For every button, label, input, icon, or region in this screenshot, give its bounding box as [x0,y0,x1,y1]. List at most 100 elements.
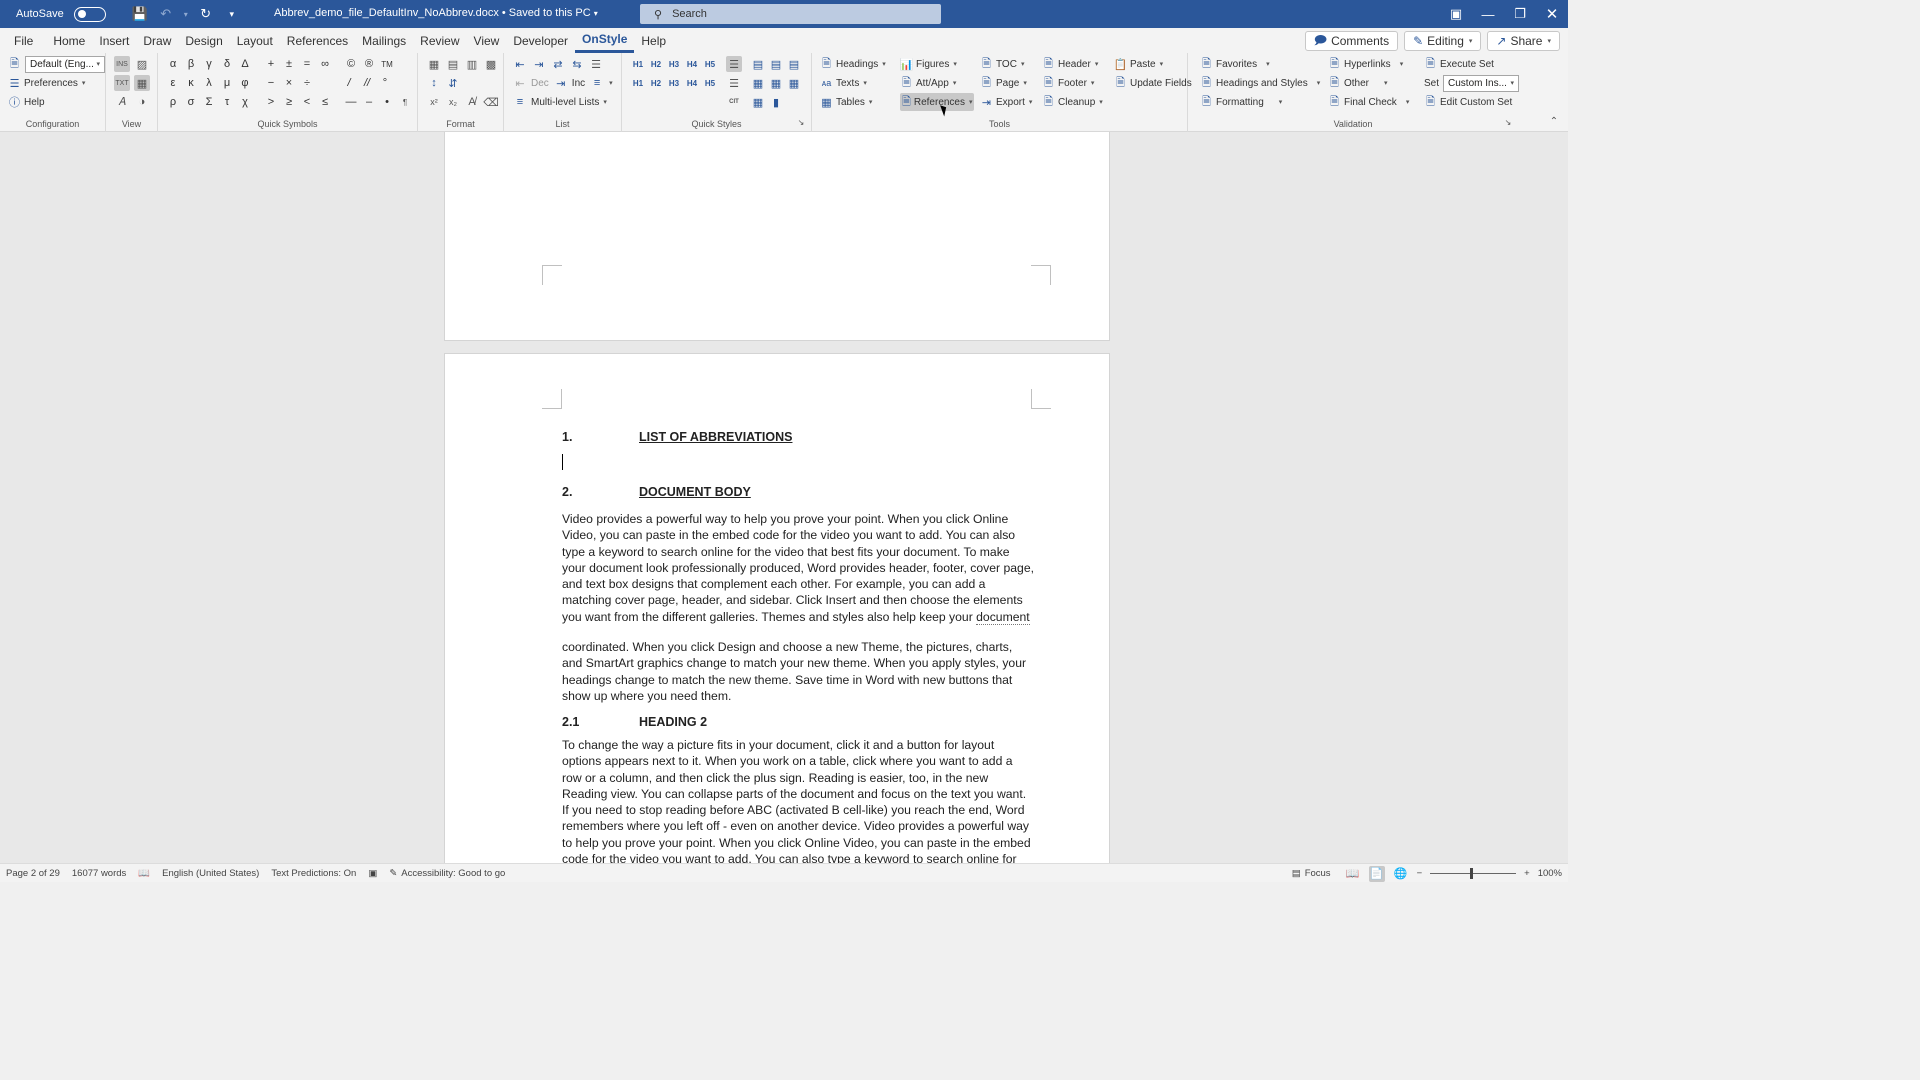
symbol-infinity[interactable]: ∞ [317,55,333,73]
tab-help[interactable]: Help [634,28,673,53]
help-button[interactable]: ⓘ Help [8,93,45,111]
subscript-icon[interactable]: x₂ [445,94,461,110]
heading-4-style-button[interactable]: H4 [684,56,700,72]
heading-1-numbered-button[interactable]: H1 [630,75,646,91]
list-style-2-icon[interactable]: ⇥ [531,56,547,72]
insert-column-icon[interactable]: ▥ [464,56,480,72]
default-language-select[interactable]: Default (Eng... ▾ [25,55,105,73]
execute-set-button[interactable]: 🗎 Execute Set [1424,55,1494,73]
language-status[interactable]: English (United States) [156,868,265,879]
focus-button[interactable]: ▤ Focus [1286,868,1337,879]
favorites-button[interactable]: 🗎 Favorites ▾ [1200,55,1324,73]
text-predictions-status[interactable]: Text Predictions: On [265,868,362,879]
symbol-chi[interactable]: χ [237,93,253,111]
symbol-epsilon[interactable]: ε [165,74,181,92]
restore-icon[interactable]: ❐ [1504,0,1536,28]
table-borders-icon[interactable]: ▩ [483,56,499,72]
superscript-icon[interactable]: x² [426,94,442,110]
symbol-bullet[interactable]: • [379,93,395,111]
symbol-trademark[interactable]: TM [379,55,395,73]
symbol-less[interactable]: < [299,93,315,111]
print-layout-icon[interactable]: 📄 [1368,865,1385,882]
chart-style-icon[interactable]: ▮ [768,94,784,110]
edit-custom-set-button[interactable]: 🗎 Edit Custom Set [1424,93,1512,111]
tab-draw[interactable]: Draw [136,28,178,53]
text-view-icon[interactable]: TXT [114,75,130,91]
heading-1-style-button[interactable]: H1 [630,56,646,72]
tab-mailings[interactable]: Mailings [355,28,413,53]
symbol-times[interactable]: × [281,74,297,92]
web-layout-icon[interactable]: 🌐 [1393,866,1409,882]
page-count[interactable]: Page 2 of 29 [0,868,66,879]
page-button[interactable]: 🗎 Page ▾ [980,74,1038,92]
symbol-delta-upper[interactable]: Δ [237,55,253,73]
table-style-5-icon[interactable]: ▦ [768,75,784,91]
tab-file[interactable]: File [7,28,40,53]
symbol-mu[interactable]: μ [219,74,235,92]
texts-button[interactable]: ᴀa Texts ▾ [820,74,896,92]
heading-document-body[interactable]: 2. DOCUMENT BODY [562,485,751,499]
toc-button[interactable]: 🗎 TOC ▾ [980,55,1038,73]
table-style-4-icon[interactable]: ▦ [750,75,766,91]
collapse-ribbon-icon[interactable]: ⌃ [1546,113,1562,129]
symbol-delta[interactable]: δ [219,55,235,73]
zoom-slider[interactable] [1430,868,1517,879]
references-button[interactable]: 🗎 References ▾ [900,93,974,111]
symbol-copyright[interactable]: © [343,55,359,73]
style-view-icon[interactable]: 𝐴 [114,94,130,110]
symbol-lambda[interactable]: λ [201,74,217,92]
share-button[interactable]: ↗ Share ▾ [1487,31,1560,51]
symbol-double-prime[interactable]: // [359,74,375,92]
undo-dropdown-icon[interactable]: ▾ [182,4,190,24]
list-style-4-icon[interactable]: ⇆ [569,56,585,72]
heading-4-numbered-button[interactable]: H4 [684,75,700,91]
symbol-plus[interactable]: + [263,55,279,73]
symbol-greater-equal[interactable]: ≥ [281,93,297,111]
comments-button[interactable]: 🗩 Comments [1304,31,1399,51]
page-1[interactable] [444,132,1110,341]
cleanup-button[interactable]: 🗎 Cleanup ▾ [1042,93,1103,111]
symbol-sigma[interactable]: σ [183,93,199,111]
page-2[interactable]: 1. LIST OF ABBREVIATIONS 2. DOCUMENT BOD… [444,353,1110,863]
close-icon[interactable]: ✕ [1536,0,1568,28]
heading-2-style-button[interactable]: H2 [648,56,664,72]
flagged-word[interactable]: document [976,609,1030,625]
table-style-7-icon[interactable]: ▦ [750,94,766,110]
validation-dialog-launcher-icon[interactable]: ↘ [1500,114,1516,130]
paragraph-2[interactable]: coordinated. When you click Design and c… [562,639,1034,704]
heading-3-style-button[interactable]: H3 [666,56,682,72]
redo-icon[interactable]: ↻ [196,4,216,24]
symbol-sigma-upper[interactable]: Σ [201,93,217,111]
table-view-icon[interactable]: ▦ [134,75,150,91]
symbol-rho[interactable]: ρ [165,93,181,111]
nonbreaking-space-icon[interactable]: ¶ [397,94,413,110]
tab-references[interactable]: References [280,28,355,53]
symbol-kappa[interactable]: κ [183,74,199,92]
proofing-icon[interactable]: 📖 [132,868,156,879]
symbol-tau[interactable]: τ [219,93,235,111]
table-style-2-icon[interactable]: ▤ [768,56,784,72]
undo-icon[interactable]: ↶ [156,4,176,24]
symbol-em-dash[interactable]: — [343,93,359,111]
customize-qat-icon[interactable]: ▾ [222,4,242,24]
zoom-in-icon[interactable]: + [1524,868,1530,879]
numbering-button[interactable]: ≡ ▾ [589,74,613,92]
minimize-icon[interactable]: — [1472,0,1504,28]
word-count[interactable]: 16077 words [66,868,132,879]
insert-mode-icon[interactable]: INS [114,56,130,72]
heading-5-numbered-button[interactable]: H5 [702,75,718,91]
accessibility-status[interactable]: ✎ Accessibility: Good to go [383,868,511,879]
tab-view[interactable]: View [467,28,507,53]
symbol-gamma[interactable]: γ [201,55,217,73]
symbol-en-dash[interactable]: – [361,93,377,111]
symbol-phi[interactable]: φ [237,74,253,92]
paragraph-3[interactable]: To change the way a picture fits in your… [562,737,1034,863]
list-style-3-icon[interactable]: ⇄ [550,56,566,72]
body-text-style-icon[interactable]: ☰ [726,56,742,72]
list-style-icon[interactable]: ☰ [726,75,742,91]
heading-3-numbered-button[interactable]: H3 [666,75,682,91]
document-canvas[interactable]: 1. LIST OF ABBREVIATIONS 2. DOCUMENT BOD… [0,132,1568,863]
final-check-button[interactable]: 🗎 Final Check ▾ [1328,93,1420,111]
header-button[interactable]: 🗎 Header ▾ [1042,55,1110,73]
hyperlinks-button[interactable]: 🗎 Hyperlinks ▾ [1328,55,1420,73]
